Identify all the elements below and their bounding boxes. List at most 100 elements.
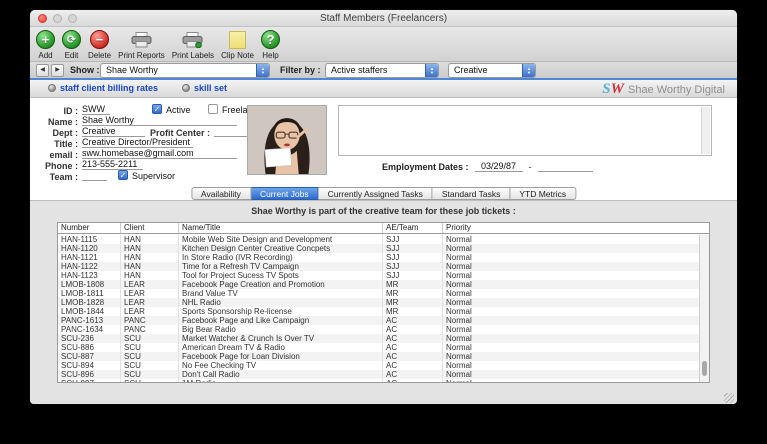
skill-set-link[interactable]: skill set (182, 83, 227, 93)
id-field[interactable]: SWW (82, 104, 110, 115)
cell-ae-team: AC (383, 370, 443, 379)
cell-ae-team: AC (383, 379, 443, 382)
table-row[interactable]: SCU-894 SCU No Fee Checking TV AC Normal (58, 361, 699, 370)
cell-number: HAN-1121 (58, 253, 121, 262)
toolbar-button-clip-note[interactable]: Clip Note (221, 29, 254, 60)
table-row[interactable]: SCU-887 SCU Facebook Page for Loan Divisio… (58, 352, 699, 361)
team-field[interactable] (82, 170, 107, 181)
cell-number: LMOB-1808 (58, 280, 121, 289)
notes-field[interactable] (338, 105, 712, 156)
cell-priority: Normal (446, 352, 472, 361)
cell-name-title: Facebook Page and Like Campaign (179, 316, 383, 325)
cell-ae-team: SJJ (383, 235, 443, 244)
cell-number: LMOB-1811 (58, 289, 121, 298)
tab-availability[interactable]: Availability (190, 187, 251, 200)
column-header-priority: Priority (446, 223, 471, 232)
toolbar-button-delete[interactable]: − Delete (88, 29, 111, 60)
show-dropdown[interactable]: Shae Worthy ▲ ▼ (100, 63, 270, 78)
cell-name-title: Facebook Page Creation and Promotion (179, 280, 383, 289)
email-field[interactable]: sww.homebase@gmail.com (82, 148, 237, 159)
table-row[interactable]: SCU-897SCU1M RadioACNormal (58, 379, 699, 382)
delete-icon: − (90, 29, 110, 50)
window-title: Staff Members (Freelancers) (319, 13, 448, 24)
tab-ytd-metrics[interactable]: YTD Metrics (510, 187, 577, 200)
cell-priority: Normal (446, 370, 472, 379)
resize-grip-icon[interactable] (724, 393, 734, 403)
cell-number: LMOB-1844 (58, 307, 121, 316)
popup-stepper-icon: ▲ ▼ (425, 64, 438, 77)
print-labels-icon (182, 29, 203, 50)
cell-ae-team: SJJ (383, 253, 443, 262)
table-row[interactable]: SCU-896 SCU Don't Call Radio AC Normal (58, 370, 699, 379)
column-header-number: Number (58, 223, 121, 233)
cell-name-title: Brand Value TV (179, 289, 383, 298)
tab-current-jobs[interactable]: Current Jobs (250, 187, 319, 200)
cell-name-title: American Dream TV & Radio (179, 343, 383, 352)
print-reports-icon (131, 29, 152, 50)
cell-ae-team: AC (383, 316, 443, 325)
cell-priority: Normal (446, 343, 472, 352)
name-field[interactable]: Shae Worthy (82, 115, 237, 126)
employment-start-field[interactable]: 03/29/87 (474, 161, 523, 172)
cell-client: PANC (121, 325, 179, 334)
billing-rates-link[interactable]: staff client billing rates (48, 83, 158, 93)
toolbar-button-help[interactable]: ? Help (260, 29, 280, 60)
table-row[interactable]: LMOB-1811 LEAR Brand Value TV MR Normal (58, 289, 699, 298)
table-row[interactable]: HAN-1120 HAN Kitchen Design Center Creativ… (58, 244, 699, 253)
toolbar-button-print-labels[interactable]: Print Labels (172, 29, 214, 60)
supervisor-checkbox[interactable]: ✓ (118, 170, 128, 180)
cell-client: HAN (121, 244, 179, 253)
tab-currently-assigned-tasks[interactable]: Currently Assigned Tasks (318, 187, 433, 200)
cell-priority: Normal (446, 325, 472, 334)
previous-record-button[interactable]: ◀ (36, 64, 49, 77)
toolbar-button-add[interactable]: + Add (36, 29, 55, 60)
table-scrollbar[interactable] (699, 235, 709, 382)
brand-logo: SW Shae Worthy Digital (602, 81, 725, 98)
table-row[interactable]: LMOB-1808 LEAR Facebook Page Creation and … (58, 280, 699, 289)
add-icon: + (36, 29, 55, 50)
cell-name-title: Big Bear Radio (179, 325, 383, 334)
cell-priority: Normal (446, 253, 472, 262)
cell-client: LEAR (121, 298, 179, 307)
toolbar-button-print-reports[interactable]: Print Reports (118, 29, 165, 60)
tab-standard-tasks[interactable]: Standard Tasks (432, 187, 511, 200)
table-row[interactable]: LMOB-1844 LEAR Sports Sponsorship Re-licen… (58, 307, 699, 316)
titlebar: Staff Members (Freelancers) (30, 10, 737, 27)
table-row[interactable]: PANC-1634 PANC Big Bear Radio AC Normal (58, 325, 699, 334)
table-row[interactable]: SCU-236 SCU Market Watcher & Crunch Is Ove… (58, 334, 699, 343)
zoom-window-button[interactable] (68, 14, 77, 23)
freelance-checkbox[interactable] (208, 104, 218, 114)
table-row[interactable]: SCU-886 SCU American Dream TV & Radio AC Nor… (58, 343, 699, 352)
title-field[interactable]: Creative Director/President (82, 137, 193, 148)
employment-end-field[interactable] (537, 162, 593, 172)
active-checkbox[interactable]: ✓ (152, 104, 162, 114)
table-row[interactable]: LMOB-1828 LEAR NHL Radio MR Normal (58, 298, 699, 307)
cell-ae-team: AC (383, 361, 443, 370)
table-row[interactable]: HAN-1121 HAN In Store Radio (IVR Recording… (58, 253, 699, 262)
email-label: email : (49, 150, 78, 160)
table-scrollbar-thumb[interactable] (702, 361, 707, 376)
table-row[interactable]: HAN-1115 HAN Mobile Web Site Design and De… (58, 235, 699, 244)
table-row[interactable]: HAN-1122 HAN Time for a Refresh TV Campaig… (58, 262, 699, 271)
cell-name-title: Kitchen Design Center Creative Concpets (179, 244, 383, 253)
table-row[interactable]: HAN-1123 HAN Tool for Project Sucess TV Sp… (58, 271, 699, 280)
cell-ae-team: MR (383, 280, 443, 289)
cell-ae-team: MR (383, 307, 443, 316)
department-dropdown[interactable]: Creative ▲ ▼ (448, 63, 536, 78)
cell-number: HAN-1122 (58, 262, 121, 271)
notes-scrollbar[interactable] (701, 107, 710, 154)
tab-bar: Availability Current Jobs Currently Assign… (190, 187, 577, 200)
phone-field[interactable]: 213-555-2211 (82, 159, 143, 170)
cell-number: SCU-897 (58, 379, 121, 382)
quick-links-bar: staff client billing rates skill set SW … (30, 80, 737, 98)
next-record-button[interactable]: ▶ (51, 64, 64, 77)
minimize-window-button[interactable] (53, 14, 62, 23)
close-window-button[interactable] (38, 14, 47, 23)
toolbar-button-edit[interactable]: ⟳ Edit (62, 29, 81, 60)
table-row[interactable]: PANC-1613 PANC Facebook Page and Like Camp… (58, 316, 699, 325)
staff-status-dropdown[interactable]: Active staffers ▲ ▼ (325, 63, 439, 78)
cell-name-title: Mobile Web Site Design and Development (179, 235, 383, 244)
cell-client: SCU (121, 343, 179, 352)
jobs-table: Number Client Name/Title AE/Team Priority HA… (57, 222, 710, 383)
cell-name-title: Time for a Refresh TV Campaign (179, 262, 383, 271)
